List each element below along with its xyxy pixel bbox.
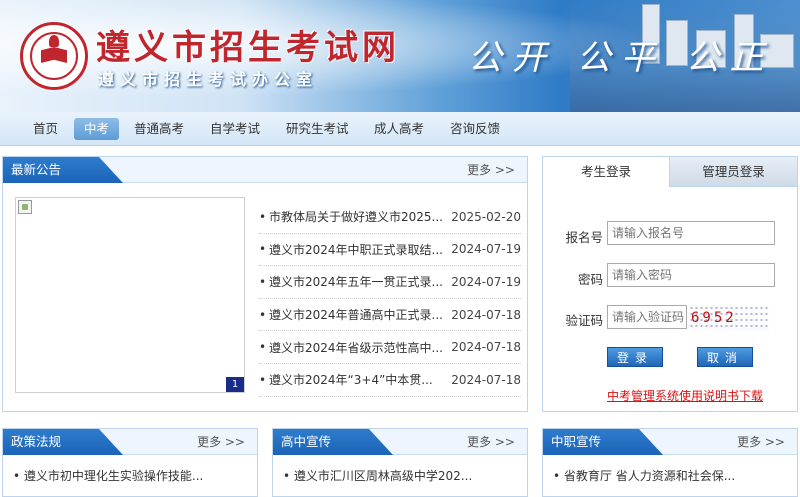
logo-flame-icon bbox=[49, 35, 59, 47]
captcha-text: 6952 bbox=[691, 310, 737, 326]
bullet-icon: • bbox=[259, 274, 267, 289]
bullet-icon: • bbox=[259, 372, 267, 387]
more-link[interactable]: 更多 >> bbox=[467, 157, 515, 183]
login-button[interactable]: 登录 bbox=[607, 347, 663, 367]
tab-admin-login[interactable]: 管理员登录 bbox=[669, 157, 797, 187]
broken-image-icon bbox=[18, 200, 32, 214]
news-date: 2025-02-20 bbox=[451, 209, 521, 224]
login-panel: 考生登录 管理员登录 报名号 密码 验证码 6952 登录 取消 中考管理系统使… bbox=[542, 156, 798, 412]
bullet-icon: • bbox=[259, 242, 267, 257]
reg-number-input[interactable] bbox=[607, 221, 775, 245]
news-title[interactable]: 遵义市初中理化生实验操作技能... bbox=[24, 469, 203, 483]
panel-header: 政策法规 更多 >> bbox=[3, 429, 257, 455]
panel-header: 中职宣传 更多 >> bbox=[543, 429, 797, 455]
site-header: 遵义市招生考试网 遵义市招生考试办公室 公开 公平 公正 bbox=[0, 0, 800, 112]
password-label: 密码 bbox=[577, 272, 603, 287]
captcha-input[interactable] bbox=[607, 305, 687, 329]
list-item[interactable]: • 遵义市2024年五年一贯正式录... 2024-07-19 bbox=[259, 266, 521, 299]
site-subtitle: 遵义市招生考试办公室 bbox=[98, 70, 319, 89]
bullet-icon: • bbox=[283, 469, 294, 483]
list-item[interactable]: • 市教体局关于做好遵义市2025... 2025-02-20 bbox=[259, 201, 521, 234]
password-input[interactable] bbox=[607, 263, 775, 287]
news-date: 2024-07-18 bbox=[451, 372, 521, 387]
captcha-label: 验证码 bbox=[565, 313, 603, 328]
manual-download-link[interactable]: 中考管理系统使用说明书下载 bbox=[607, 387, 763, 404]
news-date: 2024-07-18 bbox=[451, 340, 521, 355]
reg-number-label: 报名号 bbox=[565, 230, 603, 245]
panel-header: 最新公告 更多 >> bbox=[3, 157, 527, 183]
nav-adult-exam[interactable]: 成人高考 bbox=[364, 118, 434, 140]
announcement-slideshow[interactable]: 1 bbox=[15, 197, 245, 393]
announcement-list: • 市教体局关于做好遵义市2025... 2025-02-20 • 遵义市202… bbox=[259, 201, 521, 397]
list-item[interactable]: • 省教育厅 省人力资源和社会保... bbox=[553, 467, 787, 484]
nav-home[interactable]: 首页 bbox=[23, 118, 68, 140]
policy-panel: 政策法规 更多 >> • 遵义市初中理化生实验操作技能... bbox=[2, 428, 258, 497]
bullet-icon: • bbox=[13, 469, 24, 483]
panel-title: 高中宣传 bbox=[273, 429, 393, 455]
news-title[interactable]: 遵义市2024年五年一贯正式录... bbox=[269, 273, 443, 290]
news-title[interactable]: 省教育厅 省人力资源和社会保... bbox=[564, 469, 735, 483]
list-item[interactable]: • 遵义市2024年中职正式录取结... 2024-07-19 bbox=[259, 234, 521, 267]
tab-student-login[interactable]: 考生登录 bbox=[543, 157, 669, 187]
more-link[interactable]: 更多 >> bbox=[197, 429, 245, 455]
slide-number-button[interactable]: 1 bbox=[226, 377, 244, 392]
nav-gaokao[interactable]: 普通高考 bbox=[124, 118, 194, 140]
list-item[interactable]: • 遵义市2024年省级示范性高中... 2024-07-18 bbox=[259, 331, 521, 364]
nav-zhongkao[interactable]: 中考 bbox=[74, 118, 120, 140]
login-tabs: 考生登录 管理员登录 bbox=[543, 157, 797, 187]
panel-title: 最新公告 bbox=[3, 157, 123, 183]
site-title: 遵义市招生考试网 bbox=[96, 28, 400, 68]
news-title[interactable]: 市教体局关于做好遵义市2025... bbox=[269, 208, 443, 225]
site-slogan: 公开 公平 公正 bbox=[468, 38, 774, 78]
list-item[interactable]: • 遵义市2024年普通高中正式录... 2024-07-18 bbox=[259, 299, 521, 332]
high-school-panel: 高中宣传 更多 >> • 遵义市汇川区周林高级中学202... bbox=[272, 428, 528, 497]
bullet-icon: • bbox=[259, 209, 267, 224]
captcha-image[interactable]: 6952 bbox=[689, 305, 769, 331]
list-item[interactable]: • 遵义市汇川区周林高级中学202... bbox=[283, 467, 517, 484]
site-logo[interactable] bbox=[20, 22, 88, 90]
news-date: 2024-07-19 bbox=[451, 242, 521, 257]
news-title[interactable]: 遵义市汇川区周林高级中学202... bbox=[294, 469, 472, 483]
vocational-panel: 中职宣传 更多 >> • 省教育厅 省人力资源和社会保... bbox=[542, 428, 798, 497]
news-title[interactable]: 遵义市2024年省级示范性高中... bbox=[269, 339, 443, 356]
cancel-button[interactable]: 取消 bbox=[697, 347, 753, 367]
nav-self-study[interactable]: 自学考试 bbox=[200, 118, 270, 140]
news-date: 2024-07-18 bbox=[451, 307, 521, 322]
nav-postgraduate[interactable]: 研究生考试 bbox=[276, 118, 359, 140]
panel-title: 中职宣传 bbox=[543, 429, 663, 455]
bullet-icon: • bbox=[553, 469, 564, 483]
list-item[interactable]: • 遵义市2024年“3+4”中本贯... 2024-07-18 bbox=[259, 364, 521, 397]
more-link[interactable]: 更多 >> bbox=[467, 429, 515, 455]
news-title[interactable]: 遵义市2024年普通高中正式录... bbox=[269, 306, 443, 323]
news-date: 2024-07-19 bbox=[451, 274, 521, 289]
list-item[interactable]: • 遵义市初中理化生实验操作技能... bbox=[13, 467, 247, 484]
news-title[interactable]: 遵义市2024年“3+4”中本贯... bbox=[269, 371, 443, 388]
bullet-icon: • bbox=[259, 307, 267, 322]
more-link[interactable]: 更多 >> bbox=[737, 429, 785, 455]
nav-feedback[interactable]: 咨询反馈 bbox=[440, 118, 510, 140]
panel-header: 高中宣传 更多 >> bbox=[273, 429, 527, 455]
panel-title: 政策法规 bbox=[3, 429, 123, 455]
news-title[interactable]: 遵义市2024年中职正式录取结... bbox=[269, 241, 443, 258]
announcements-panel: 最新公告 更多 >> 1 • 市教体局关于做好遵义市2025... 2025-0… bbox=[2, 156, 528, 412]
bullet-icon: • bbox=[259, 340, 267, 355]
main-nav: 首页 中考 普通高考 自学考试 研究生考试 成人高考 咨询反馈 bbox=[0, 112, 800, 146]
